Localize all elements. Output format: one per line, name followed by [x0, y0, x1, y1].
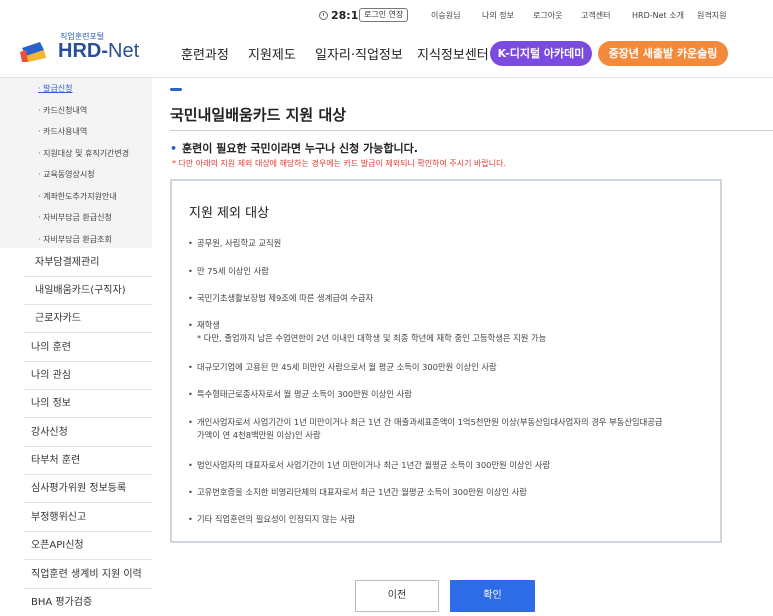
lead-bullet: • [170, 142, 178, 155]
submenu-account-limit-info[interactable]: · 계좌한도추가지원안내 [38, 191, 117, 202]
lnb-bha-evaluation[interactable]: BHA 평가검증 [24, 589, 152, 616]
list-item-text: 국민기초생활보장법 제9조에 따른 생계급여 수급자 [197, 293, 374, 303]
title-accent [170, 88, 182, 91]
lnb-instructor-apply[interactable]: 강사신청 [24, 419, 152, 447]
k-digital-academy-button[interactable]: K-디지털 아카데미 [490, 41, 592, 66]
list-item-text: 공무원, 사립학교 교직원 [197, 238, 282, 248]
list-item-text: 법인사업자의 대표자로서 사업기간이 1년 미만이거나 최근 1년간 월평균 소… [197, 460, 551, 470]
lnb-living-cost-history[interactable]: 직업훈련 생계비 지원 이력 [24, 561, 152, 589]
customer-center-link[interactable]: 고객센터 [581, 10, 610, 21]
list-item: • 개인사업자로서 사업기간이 1년 미만이거나 최근 1년 간 매출과세표준액이… [188, 416, 708, 442]
list-bullet: • [188, 417, 193, 427]
list-bullet: • [188, 362, 193, 372]
list-bullet: • [188, 487, 193, 497]
submenu-card-usage-history[interactable]: · 카드사용내역 [38, 126, 87, 137]
nav-training-courses[interactable]: 훈련과정 [181, 44, 229, 63]
lnb-worker-card[interactable]: 근로자카드 [24, 305, 152, 333]
submenu-education-video[interactable]: · 교육동영상시청 [38, 169, 95, 180]
list-item-text: 특수형태근로종사자로서 월 평균 소득이 300만원 이상인 사람 [197, 389, 412, 399]
submenu-card-request-history[interactable]: · 카드신청내역 [38, 105, 87, 116]
list-item-text: 만 75세 이상인 사람 [197, 266, 269, 276]
utility-bar: 28:11 로그인 연장 이승원님 나의 정보 로그아웃 고객센터 HRD-Ne… [0, 0, 773, 28]
submenu-self-pay-refund-inquiry[interactable]: · 자비부담금 환급조회 [38, 234, 112, 245]
list-item-text: 기타 직업훈련의 필요성이 인정되지 않는 사람 [197, 514, 356, 524]
submenu-eligibility-change[interactable]: · 지원대상 및 휴직기간변경 [38, 148, 129, 159]
list-item-note: * 다만, 졸업까지 남은 수업연한이 2년 이내인 대학생 및 최종 학년에 … [197, 333, 547, 343]
user-name-link[interactable]: 이승원님 [431, 10, 460, 21]
list-bullet: • [188, 238, 193, 248]
lnb-my-interest[interactable]: 나의 관심 [24, 362, 152, 390]
middle-age-counseling-button[interactable]: 중장년 새출발 카운슬링 [598, 41, 728, 66]
list-item: • 공무원, 사립학교 교직원 [188, 237, 708, 250]
list-bullet: • [188, 389, 193, 399]
lnb-open-api-apply[interactable]: 오픈API신청 [24, 532, 152, 560]
exclusion-box-title: 지원 제외 대상 [189, 206, 270, 221]
list-item: • 만 75세 이상인 사람 [188, 265, 708, 278]
list-item: • 법인사업자의 대표자로서 사업기간이 1년 미만이거나 최근 1년간 월평균 … [188, 459, 708, 472]
utility-links: 이승원님 나의 정보 로그아웃 고객센터 HRD-Net 소개 원격지원 [0, 10, 773, 22]
confirm-button[interactable]: 확인 [450, 580, 535, 612]
nav-knowledge-center[interactable]: 지식정보센터 [417, 44, 489, 63]
eligibility-lead: • 훈련이 필요한 국민이라면 누구나 신청 가능합니다. [170, 140, 418, 156]
list-item: • 기타 직업훈련의 필요성이 인정되지 않는 사람 [188, 513, 708, 526]
list-item-text: 대규모기업에 고용된 만 45세 미만인 사람으로서 월 평균 소득이 300만… [197, 362, 497, 372]
logout-link[interactable]: 로그아웃 [533, 10, 562, 21]
list-bullet: • [188, 266, 193, 276]
nav-support-system[interactable]: 지원제도 [248, 44, 296, 63]
page-title: 국민내일배움카드 지원 대상 [170, 106, 347, 124]
lead-text: 훈련이 필요한 국민이라면 누구나 신청 가능합니다. [182, 142, 418, 155]
list-bullet: • [188, 460, 193, 470]
list-item-text-continued: 가액이 연 4천8백만원 이상)인 사람 [197, 430, 321, 440]
submenu-self-pay-refund-request[interactable]: · 자비부담금 환급신청 [38, 212, 112, 223]
previous-button[interactable]: 이전 [355, 580, 439, 612]
list-item-text: 고유번호증을 소지한 비영리단체의 대표자로서 최근 1년간 월평균 소득이 3… [197, 487, 527, 497]
exclusion-notice: * 다만 아래의 지원 제외 대상에 해당하는 경우에는 카드 발급이 제외되니… [172, 159, 506, 168]
lnb-reviewer-registration[interactable]: 심사평가위원 정보등록 [24, 475, 152, 503]
main-content: 국민내일배움카드 지원 대상 • 훈련이 필요한 국민이라면 누구나 신청 가능합… [152, 78, 773, 616]
lnb-self-pay-management[interactable]: 자부담결제관리 [24, 249, 152, 277]
title-divider [170, 130, 773, 131]
lnb-misconduct-report[interactable]: 부정행위신고 [24, 504, 152, 532]
list-item: • 국민기초생활보장법 제9조에 따른 생계급여 수급자 [188, 292, 708, 305]
list-item: • 재학생 * 다만, 졸업까지 남은 수업연한이 2년 이내인 대학생 및 최종 … [188, 319, 708, 345]
list-item: • 대규모기업에 고용된 만 45세 미만인 사람으로서 월 평균 소득이 300… [188, 361, 708, 374]
nav-job-info[interactable]: 일자리·직업정보 [315, 44, 403, 63]
hrd-net-intro-link[interactable]: HRD-Net 소개 [632, 10, 684, 21]
lnb-card-job-seeker[interactable]: 내일배움카드(구직자) [24, 277, 152, 305]
lnb-my-info[interactable]: 나의 정보 [24, 390, 152, 418]
remote-support-link[interactable]: 원격지원 [697, 10, 726, 21]
list-item-text: 개인사업자로서 사업기간이 1년 미만이거나 최근 1년 간 매출과세표준액이 … [197, 417, 663, 427]
list-item: • 특수형태근로종사자로서 월 평균 소득이 300만원 이상인 사람 [188, 388, 708, 401]
list-bullet: • [188, 320, 193, 330]
list-item-text: 재학생 [197, 320, 220, 330]
list-bullet: • [188, 514, 193, 524]
exclusion-box: 지원 제외 대상 • 공무원, 사립학교 교직원 • 만 75세 이상인 사람 • 국… [170, 179, 722, 543]
left-navigation: · 발급신청 · 카드신청내역 · 카드사용내역 · 지원대상 및 휴직기간변경… [0, 78, 152, 616]
card-submenu: · 발급신청 · 카드신청내역 · 카드사용내역 · 지원대상 및 휴직기간변경… [0, 78, 152, 248]
my-info-link[interactable]: 나의 정보 [482, 10, 514, 21]
site-header: 직업훈련포털 HRD-Net 훈련과정 지원제도 일자리·직업정보 지식정보센터… [0, 28, 773, 78]
submenu-issue-request[interactable]: · 발급신청 [38, 83, 73, 94]
lnb-my-training[interactable]: 나의 훈련 [24, 334, 152, 362]
list-bullet: • [188, 293, 193, 303]
list-item: • 고유번호증을 소지한 비영리단체의 대표자로서 최근 1년간 월평균 소득이 … [188, 486, 708, 499]
lnb-other-ministry-training[interactable]: 타부처 훈련 [24, 447, 152, 475]
